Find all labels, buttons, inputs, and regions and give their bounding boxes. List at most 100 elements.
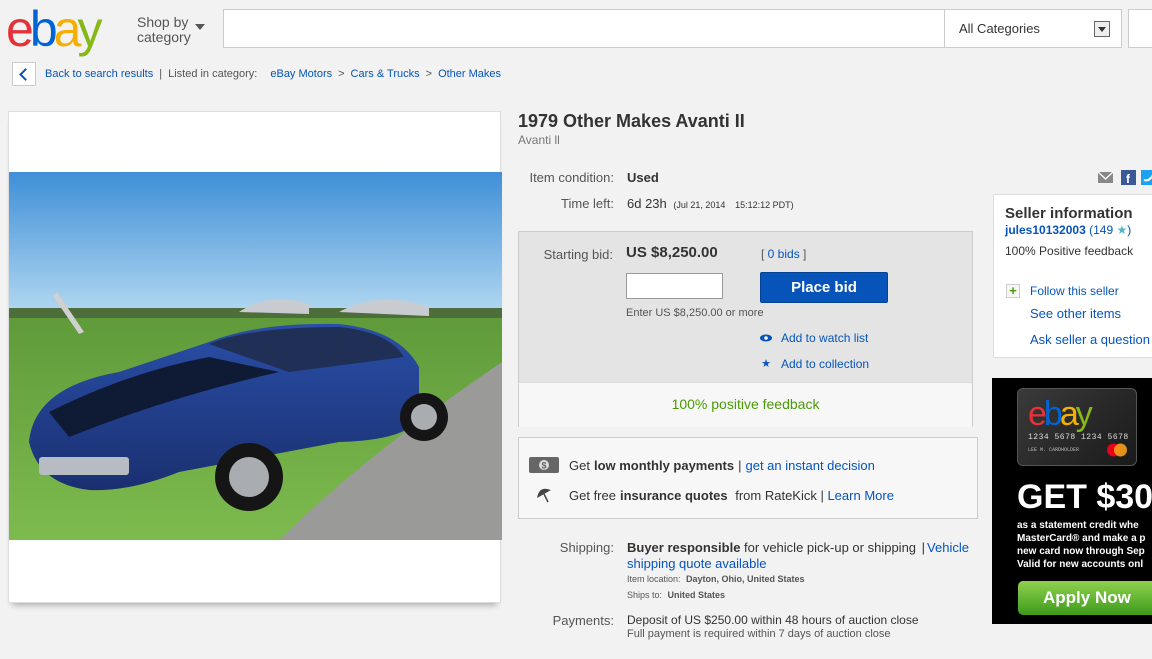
back-to-search-link[interactable]: Back to search results <box>45 68 153 80</box>
vehicle-shipping-link-1: Vehicle <box>927 540 969 555</box>
listed-in-label: Listed in category: <box>168 68 258 80</box>
follow-seller[interactable]: + Follow this seller <box>1006 284 1119 298</box>
search-button[interactable] <box>1128 9 1152 48</box>
star-icon: ★ <box>761 358 771 370</box>
add-to-collection[interactable]: ★ Add to collection <box>760 357 869 371</box>
ebay-logo[interactable]: ebay <box>6 1 102 57</box>
ask-seller-link[interactable]: Ask seller a question <box>1030 332 1150 347</box>
condition-value: Used <box>627 170 659 185</box>
place-bid-button[interactable]: Place bid <box>760 272 888 303</box>
category-select[interactable]: All Categories <box>944 9 1122 48</box>
breadcrumb-cars-trucks[interactable]: Cars & Trucks <box>351 68 420 80</box>
bid-box: Starting bid: US $8,250.00 [ 0 bids ] Pl… <box>518 231 973 427</box>
bid-box-footer: 100% positive feedback <box>519 382 972 427</box>
mastercard-logo-icon <box>1107 443 1127 457</box>
financing-line: $ Get low monthly payments | get an inst… <box>529 456 875 474</box>
financing-box: $ Get low monthly payments | get an inst… <box>518 437 978 519</box>
seller-score-close: ) <box>1127 223 1132 237</box>
ad-card-number: 1234 5678 1234 5678 <box>1028 433 1129 442</box>
ad-line: Valid for new accounts onl <box>1017 559 1144 570</box>
apply-now-button[interactable]: Apply Now <box>1018 581 1152 615</box>
eye-icon <box>760 332 772 344</box>
shop-by-category-button[interactable]: Shop by category <box>137 14 205 45</box>
add-to-collection-link[interactable]: Add to collection <box>781 357 869 371</box>
instant-decision-link[interactable]: get an instant decision <box>746 458 875 473</box>
car-photo[interactable] <box>9 172 502 540</box>
item-location-label: Item location: <box>627 574 681 584</box>
financing-prefix: Get <box>569 457 590 473</box>
seller-name-link[interactable]: jules10132003 <box>1005 223 1086 237</box>
see-other-items-link[interactable]: See other items <box>1030 306 1121 321</box>
positive-feedback: 100% positive feedback <box>671 396 820 412</box>
ad-logo-a: a <box>1059 395 1079 433</box>
item-location-value: Dayton, Ohio, United States <box>686 574 805 584</box>
logo-letter-a: a <box>53 1 82 57</box>
credit-card-ad[interactable]: ebay 1234 5678 1234 5678 LEE M. CARDHOLD… <box>992 378 1152 624</box>
back-arrow-icon[interactable] <box>12 62 36 86</box>
seller-score-link[interactable]: (149 <box>1089 223 1113 237</box>
star-icon: ★ <box>1116 223 1128 237</box>
divider: | <box>159 68 163 80</box>
ad-logo-e: e <box>1028 395 1047 433</box>
starting-bid-label: Starting bid: <box>543 247 613 262</box>
logo-letter-b: b <box>29 1 58 57</box>
time-left-label: Time left: <box>561 196 614 211</box>
condition-label: Item condition: <box>529 170 614 185</box>
money-icon: $ <box>529 456 559 474</box>
seller-info-box: Seller information jules10132003 (149 ★)… <box>993 194 1152 358</box>
item-title: 1979 Other Makes Avanti II <box>518 111 745 131</box>
logo-letter-e: e <box>6 1 34 57</box>
time-left-value: 6d 23h (Jul 21, 2014 15:12:12 PDT) <box>627 196 794 211</box>
plus-icon: + <box>1006 284 1020 298</box>
vehicle-shipping-link-2: shipping quote available <box>627 556 767 571</box>
insurance-line: Get free insurance quotes from RateKick … <box>529 486 894 504</box>
insurance-prefix: Get free <box>569 487 616 503</box>
insurance-bold: insurance quotes <box>619 487 728 503</box>
shop-by-line1: Shop by <box>137 14 189 30</box>
time-left-countdown: 6d 23h <box>627 196 667 211</box>
bid-hint: Enter US $8,250.00 or more <box>626 307 764 319</box>
breadcrumb-separator: > <box>425 68 433 80</box>
bid-count: [ 0 bids ] <box>761 247 807 261</box>
shipping-sep: | <box>921 540 926 555</box>
breadcrumb-separator: > <box>338 68 345 80</box>
breadcrumb-ebay-motors[interactable]: eBay Motors <box>270 68 332 80</box>
bid-count-link[interactable]: 0 bids <box>768 247 800 261</box>
shipping-text: for vehicle pick-up or shipping <box>740 540 917 555</box>
ad-line: as a statement credit whe <box>1017 520 1139 531</box>
bid-amount-input[interactable] <box>626 273 723 299</box>
header: ebay Shop by category All Categories <box>0 0 1152 58</box>
ad-logo-y: y <box>1075 395 1093 433</box>
seller-name-row: jules10132003 (149 ★) <box>1005 223 1131 237</box>
ad-line: MasterCard® and make a p <box>1017 533 1146 544</box>
item-image-panel <box>8 111 502 603</box>
email-share-icon[interactable] <box>1098 170 1113 185</box>
shop-by-line2: category <box>137 29 191 45</box>
ships-to: Ships to: United States <box>627 590 725 600</box>
breadcrumb-other-makes[interactable]: Other Makes <box>438 68 501 80</box>
ad-body: as a statement credit whe MasterCard® an… <box>1017 519 1152 571</box>
financing-bold: low monthly payments <box>593 457 735 473</box>
ad-logo-b: b <box>1043 395 1063 433</box>
ad-card-image: ebay 1234 5678 1234 5678 LEE M. CARDHOLD… <box>1017 388 1137 466</box>
add-to-watch-list[interactable]: Add to watch list <box>760 331 868 345</box>
shipping-bold: Buyer responsible <box>627 540 741 555</box>
search-input[interactable] <box>223 9 945 48</box>
learn-more-link[interactable]: Learn More <box>827 488 893 503</box>
breadcrumb: Back to search results | Listed in categ… <box>12 62 501 86</box>
time-left-time: 15:12:12 PDT) <box>735 200 794 210</box>
logo-letter-y: y <box>77 1 102 57</box>
ad-card-holder: LEE M. CARDHOLDER <box>1028 447 1080 453</box>
payments-deposit: Deposit of US $250.00 within 48 hours of… <box>627 613 919 627</box>
seller-feedback: 100% Positive feedback <box>1005 244 1134 258</box>
seller-info-title: Seller information <box>1005 205 1133 222</box>
starting-bid-amount: US $8,250.00 <box>626 244 718 261</box>
ships-to-value: United States <box>667 590 726 600</box>
twitter-share-icon[interactable] <box>1141 170 1152 185</box>
umbrella-icon <box>529 486 559 504</box>
add-to-watch-list-link[interactable]: Add to watch list <box>781 331 868 345</box>
item-subtitle: Avanti ll <box>518 133 560 147</box>
ships-to-label: Ships to: <box>627 590 663 600</box>
follow-seller-link[interactable]: Follow this seller <box>1030 284 1119 298</box>
facebook-share-icon[interactable]: f <box>1121 170 1136 185</box>
